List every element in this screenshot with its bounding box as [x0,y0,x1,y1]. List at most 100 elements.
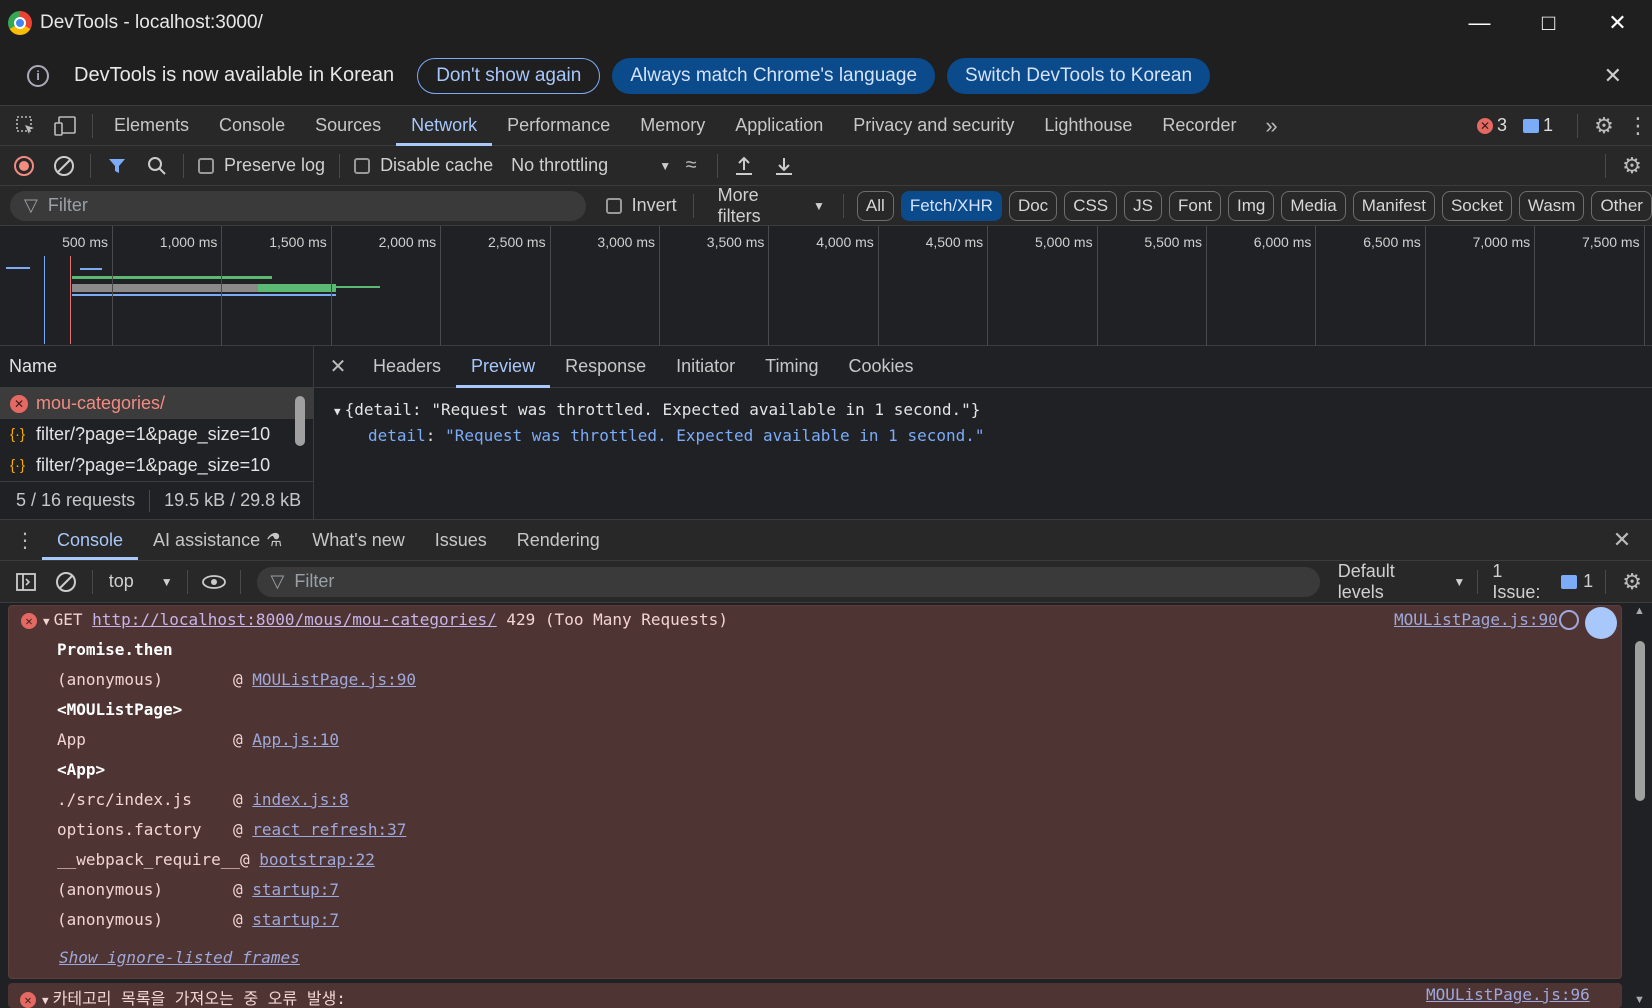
show-ignore-listed-link[interactable]: Show ignore-listed frames [59,948,300,967]
type-filter-fetch-xhr[interactable]: Fetch/XHR [900,190,1002,221]
context-select[interactable]: top ▼ [109,571,173,592]
tab-recorder[interactable]: Recorder [1147,106,1251,146]
tab-application[interactable]: Application [720,106,838,146]
drawer-menu-icon[interactable]: ⋮ [8,520,42,560]
stack-frame-link[interactable]: react refresh:37 [252,820,406,839]
detail-tab-headers[interactable]: Headers [358,346,456,388]
close-window-button[interactable]: ✕ [1583,0,1652,46]
drawer-tab-ai-assistance[interactable]: AI assistance ⚗ [138,520,297,560]
dont-show-again-button[interactable]: Don't show again [417,57,601,94]
network-filter-input[interactable]: ▽ Filter [10,190,586,221]
filter-funnel-icon[interactable] [97,146,137,186]
type-filter-img[interactable]: Img [1228,190,1275,221]
tab-performance[interactable]: Performance [492,106,625,146]
console-filter-input[interactable]: ▽ Filter [256,566,1320,597]
import-har-icon[interactable] [724,146,764,186]
stack-frame-link[interactable]: bootstrap:22 [259,850,375,869]
tab-network[interactable]: Network [396,106,493,146]
more-tabs-chevron-icon[interactable]: » [1251,106,1291,146]
network-settings-gear-icon[interactable]: ⚙ [1612,146,1652,186]
stack-frame-link[interactable]: MOUListPage.js:90 [252,670,416,689]
request-row[interactable]: {·} filter/?page=1&page_size=10 [0,419,313,450]
stack-frame-link[interactable]: startup:7 [252,880,339,899]
preserve-log-checkbox[interactable]: Preserve log [198,155,325,176]
network-conditions-icon[interactable]: ≈ [671,146,711,186]
stop-recording-icon[interactable] [4,146,44,186]
detail-tab-timing[interactable]: Timing [750,346,833,388]
error-source-link[interactable]: MOUListPage.js:96 [1426,985,1590,1004]
export-har-icon[interactable] [764,146,804,186]
tab-privacy-and-security[interactable]: Privacy and security [838,106,1029,146]
clear-console-icon[interactable] [46,562,86,602]
disable-cache-checkbox[interactable]: Disable cache [354,155,493,176]
type-filter-js[interactable]: JS [1124,190,1162,221]
overview-gridline [659,226,660,346]
request-list-scrollbar[interactable] [295,396,305,446]
inspect-element-icon[interactable] [6,106,46,146]
tab-console[interactable]: Console [204,106,300,146]
type-filter-doc[interactable]: Doc [1008,190,1058,221]
tab-memory[interactable]: Memory [625,106,720,146]
drawer-tab-issues[interactable]: Issues [420,520,502,560]
message-count-badge[interactable]: 1 [1522,115,1553,136]
settings-gear-icon[interactable]: ⚙ [1584,106,1624,146]
tab-lighthouse[interactable]: Lighthouse [1029,106,1147,146]
stack-frame-link[interactable]: startup:7 [252,910,339,929]
type-filter-media[interactable]: Media [1281,190,1346,221]
console-settings-gear-icon[interactable]: ⚙ [1612,562,1652,602]
issues-counter[interactable]: 1 Issue: 1 [1492,561,1593,603]
type-filter-wasm[interactable]: Wasm [1518,190,1585,221]
detail-tab-initiator[interactable]: Initiator [661,346,750,388]
type-filter-all[interactable]: All [856,190,894,221]
request-row[interactable]: {·} filter/?page=1&page_size=10 [0,450,313,481]
more-filters-dropdown[interactable]: More filters ▼ [718,185,825,227]
request-url-link[interactable]: http://localhost:8000/mous/mou-categorie… [92,610,497,629]
drawer-tab-rendering[interactable]: Rendering [502,520,615,560]
search-icon[interactable] [137,146,177,186]
match-language-button[interactable]: Always match Chrome's language [612,57,936,94]
maximize-button[interactable]: □ [1514,0,1583,46]
type-filter-css[interactable]: CSS [1064,190,1118,221]
close-drawer-icon[interactable]: ✕ [1602,520,1642,560]
close-detail-icon[interactable]: ✕ [318,347,358,387]
type-filter-font[interactable]: Font [1169,190,1222,221]
preview-object-line[interactable]: ▼ {detail: "Request was throttled. Expect… [334,398,1652,424]
type-filter-manifest[interactable]: Manifest [1352,190,1435,221]
log-levels-dropdown[interactable]: Default levels ▼ [1338,561,1466,603]
network-request-icon[interactable] [1559,610,1579,630]
clear-icon[interactable] [44,146,84,186]
type-filter-socket[interactable]: Socket [1441,190,1512,221]
detail-tab-cookies[interactable]: Cookies [834,346,929,388]
issue-icon [1561,574,1578,589]
console-scrollbar[interactable]: ▲ ▼ [1632,603,1648,1008]
error-summary-line[interactable]: ✕ ▼ 카테고리 목록을 가져오는 중 오류 발생: [20,985,346,1008]
throttling-select[interactable]: No throttling ▼ [511,155,671,176]
drawer-tab-what-s-new[interactable]: What's new [297,520,419,560]
xhr-icon: {·} [10,457,26,474]
device-toolbar-icon[interactable] [46,106,86,146]
more-options-icon[interactable]: ⋮ [1624,106,1652,146]
close-infobar-icon[interactable]: ✕ [1604,63,1622,89]
live-expression-eye-icon[interactable] [194,562,234,602]
overview-tick-label: 2,500 ms [488,234,546,250]
request-row[interactable]: ✕ mou-categories/ [0,388,313,419]
detail-tab-preview[interactable]: Preview [456,346,551,388]
network-overview[interactable]: 500 ms 1,000 ms 1,500 ms 2,000 ms 2,500 ms 3,… [0,226,1652,346]
tab-sources[interactable]: Sources [300,106,396,146]
stack-frame-link[interactable]: index.js:8 [252,790,348,809]
error-source-link[interactable]: MOUListPage.js:90 [1394,610,1558,629]
stack-frame-link[interactable]: App.js:10 [252,730,339,749]
overview-tick-label: 5,000 ms [1035,234,1093,250]
detail-tab-response[interactable]: Response [550,346,661,388]
drawer-tab-console[interactable]: Console [42,520,139,560]
minimize-button[interactable]: — [1445,0,1514,46]
error-summary-line[interactable]: ✕ ▼ GET http://localhost:8000/mous/mou-cat… [21,610,728,629]
switch-language-button[interactable]: Switch DevTools to Korean [947,57,1211,94]
tab-elements[interactable]: Elements [99,106,204,146]
ai-insights-icon[interactable] [1585,607,1617,639]
type-filter-other[interactable]: Other [1591,190,1652,221]
invert-checkbox[interactable]: Invert [605,195,677,216]
error-count-badge[interactable]: ✕ 3 [1476,115,1507,136]
name-column-header[interactable]: Name [0,346,313,388]
sidebar-toggle-icon[interactable] [6,562,46,602]
